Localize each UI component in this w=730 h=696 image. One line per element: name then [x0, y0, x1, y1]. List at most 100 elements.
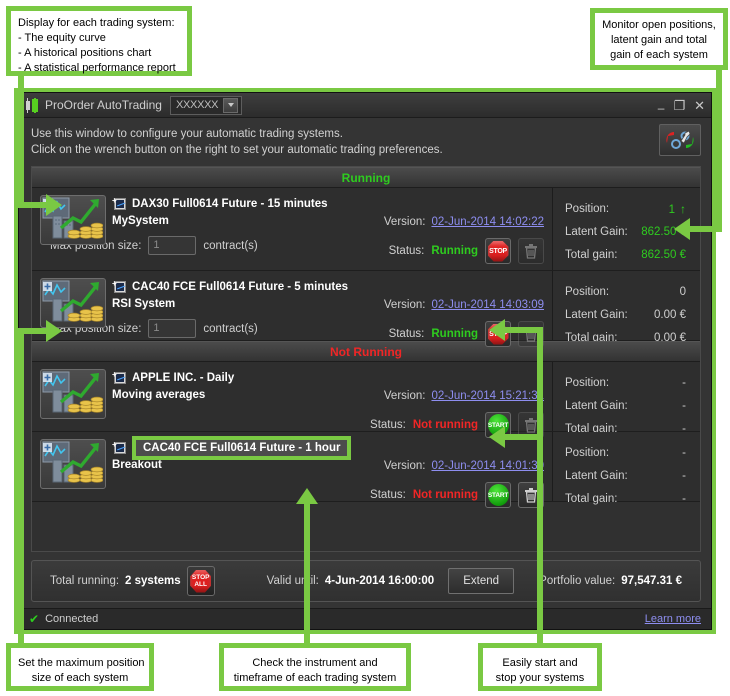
stop-system-button[interactable]: STOP [485, 238, 511, 264]
status-label: Status: [388, 245, 425, 257]
footer-summary-bar: Total running: 2 systems STOP ALL Valid … [31, 560, 701, 602]
contracts-label: contract(s) [203, 239, 258, 252]
version-label: Version: [383, 299, 426, 311]
connector-equity-vertical [18, 76, 24, 208]
section-header-not-running: Not Running [32, 341, 700, 362]
valid-until-value: 4-Jun-2014 16:00:00 [324, 575, 435, 587]
trash-icon [525, 418, 537, 433]
system-row[interactable]: + CAC40 FCE Full0614 Future - 5 minutes … [32, 271, 700, 347]
status-group: Status: Running STOP [389, 238, 544, 264]
callout-line: latent gain and total [610, 34, 708, 46]
version-value-link[interactable]: 02-Jun-2014 14:03:09 [431, 299, 544, 311]
callout-line: gain of each system [610, 49, 708, 61]
proorder-autotrading-window: ProOrder AutoTrading XXXXXX – ❐ ✕ Use th… [14, 88, 716, 634]
wrench-refresh-icon [666, 130, 694, 149]
stop-all-label-2: ALL [194, 581, 207, 588]
callout-line: Easily start and [502, 657, 578, 669]
connector-instrument-arrow [296, 488, 318, 504]
version-group: Version: 02-Jun-2014 15:21:31 [384, 390, 544, 402]
equity-chart-icon[interactable] [40, 369, 106, 419]
preferences-wrench-button[interactable] [659, 124, 701, 156]
instrument-name: DAX30 Full0614 Future - 15 minutes [132, 198, 328, 210]
minimize-button[interactable]: – [658, 102, 665, 114]
account-dropdown[interactable]: XXXXXX [169, 95, 243, 115]
instrument-badge-icon: + [112, 371, 127, 385]
total-running-label: Total running: [50, 575, 120, 587]
equity-chart-icon[interactable] [40, 439, 106, 489]
connector-monitor-arrow [674, 218, 690, 240]
window-header: Use this window to configure your automa… [19, 118, 711, 164]
delete-system-button[interactable] [518, 238, 544, 264]
metric-total-gain: Total gain: 862.50 € [565, 248, 686, 261]
system-row[interactable]: + DAX30 Full0614 Future - 15 minutes MyS… [32, 188, 700, 271]
connector-equity-arrow [46, 194, 62, 216]
start-button-label: START [487, 491, 509, 499]
connector-startstop-branch-1 [505, 327, 543, 333]
connector-startstop-arrow-1 [489, 319, 505, 341]
stop-all-button[interactable]: STOP ALL [186, 566, 215, 596]
connection-status-text: Connected [45, 613, 99, 625]
version-value-link[interactable]: 02-Jun-2014 14:01:30 [431, 460, 544, 472]
instrument-badge-icon: + [112, 280, 127, 294]
position-value: 0 [679, 285, 686, 298]
callout-line: Check the instrument and [252, 657, 378, 669]
maximize-button[interactable]: ❐ [673, 99, 685, 112]
instrument-name-highlighted: CAC40 FCE Full0614 Future - 1 hour [132, 436, 352, 460]
total-running-group: Total running: 2 systems STOP ALL [50, 566, 215, 596]
stop-button-label: STOP [489, 247, 507, 255]
system-row[interactable]: + CAC40 FCE Full0614 Future - 1 hour Bre… [32, 432, 700, 508]
total-running-value: 2 systems [125, 575, 181, 587]
max-position-input[interactable]: 1 [148, 236, 197, 255]
version-value-link[interactable]: 02-Jun-2014 15:21:31 [431, 390, 544, 402]
instrument-badge-icon: + [112, 441, 127, 455]
portfolio-value-group: Portfolio value: 97,547.31 € [539, 575, 682, 587]
system-row[interactable]: + APPLE INC. - Daily Moving averages Ver… [32, 362, 700, 438]
window-controls: – ❐ ✕ [658, 93, 705, 117]
connector-startstop-arrow-2 [489, 426, 505, 448]
position-up-arrow-icon: ↑ [680, 201, 686, 216]
section-header-running: Running [32, 167, 700, 188]
latent-gain-value: 0.00 € [654, 308, 686, 321]
max-position-input[interactable]: 1 [148, 319, 197, 338]
chevron-down-icon [223, 97, 239, 113]
system-metrics: Position: - Latent Gain: - Total gain: - [552, 362, 700, 435]
callout-line: Display for each trading system: [18, 17, 175, 29]
connector-monitor-horizontal [690, 226, 722, 232]
connector-maxpos-arrow [46, 320, 62, 342]
connector-equity-horizontal [18, 202, 48, 208]
instrument-badge-icon: + [112, 197, 127, 211]
connector-startstop-vertical [537, 327, 543, 649]
window-titlebar: ProOrder AutoTrading XXXXXX – ❐ ✕ [19, 93, 711, 118]
header-line-2: Click on the wrench button on the right … [31, 144, 443, 156]
status-label: Status: [370, 489, 406, 501]
metric-latent-gain: Latent Gain: - [565, 399, 686, 412]
version-value-link[interactable]: 02-Jun-2014 14:02:22 [431, 216, 544, 228]
callout-line: - A historical positions chart [18, 47, 152, 59]
callout-line: timeframe of each trading system [233, 672, 397, 684]
connector-monitor-vertical [716, 66, 722, 232]
metric-latent-gain: Latent Gain: 862.50 € [565, 225, 686, 238]
extend-button[interactable]: Extend [448, 568, 515, 594]
status-group: Status: Running STOP [389, 321, 544, 347]
connection-status-bar: ✔ Connected Learn more [19, 608, 711, 629]
metric-position: Position: 1 ↑ [565, 201, 686, 216]
callout-equity-display: Display for each trading system: - The e… [6, 6, 192, 76]
systems-list-panel: Running + DAX30 Full0614 Future - 15 min… [31, 166, 701, 552]
position-value: - [682, 376, 686, 389]
system-metrics: Position: 0 Latent Gain: 0.00 € Total gain… [552, 271, 700, 344]
instrument-name: APPLE INC. - Daily [132, 372, 235, 384]
metric-total-gain: Total gain: - [565, 492, 686, 505]
callout-instrument-timeframe: Check the instrument and timeframe of ea… [219, 643, 411, 691]
learn-more-link[interactable]: Learn more [645, 613, 701, 625]
metric-latent-gain: Latent Gain: - [565, 469, 686, 482]
status-label: Status: [370, 419, 406, 431]
callout-line: size of each system [31, 672, 129, 684]
version-group: Version: 02-Jun-2014 14:01:30 [384, 460, 544, 472]
portfolio-value-amount: 97,547.31 € [621, 575, 682, 587]
header-line-1: Use this window to configure your automa… [31, 128, 343, 140]
start-system-button[interactable]: START [485, 482, 511, 508]
close-button[interactable]: ✕ [694, 99, 705, 112]
window-title: ProOrder AutoTrading [45, 98, 162, 112]
connector-startstop-branch-2 [505, 434, 543, 440]
status-value: Not running [412, 419, 478, 431]
